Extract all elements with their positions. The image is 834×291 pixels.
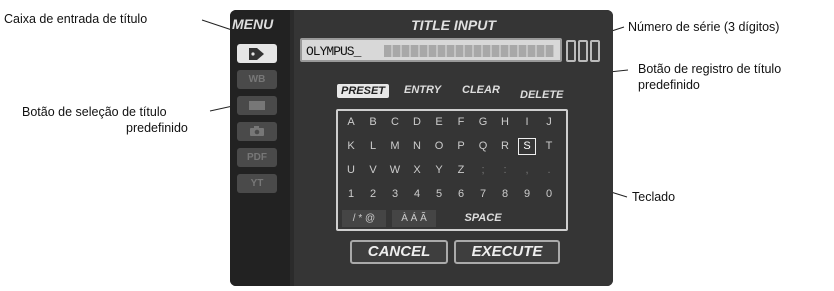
key[interactable]: 8 (496, 186, 514, 203)
key[interactable]: : (496, 162, 514, 179)
key[interactable]: 4 (408, 186, 426, 203)
callout-title-box: Caixa de entrada de título (4, 12, 148, 26)
key[interactable]: ; (474, 162, 492, 179)
key[interactable]: O (430, 138, 448, 155)
key[interactable]: Z (452, 162, 470, 179)
sidebar-item-tools[interactable]: YT (237, 174, 277, 193)
key[interactable]: 5 (430, 186, 448, 203)
tools-icon: YT (250, 178, 264, 189)
camera-icon (250, 126, 264, 136)
key[interactable]: D (408, 114, 426, 131)
key[interactable]: 6 (452, 186, 470, 203)
key[interactable]: I (518, 114, 536, 131)
key[interactable]: Y (430, 162, 448, 179)
delete-button[interactable]: DELETE (520, 89, 563, 101)
wb-icon: WB (248, 74, 266, 85)
key[interactable]: Q (474, 138, 492, 155)
key[interactable]: , (518, 162, 536, 179)
key[interactable]: K (342, 138, 360, 155)
folder-icon (249, 101, 265, 110)
key[interactable]: 9 (518, 186, 536, 203)
preset-button[interactable]: PRESET (337, 84, 390, 98)
key[interactable]: L (364, 138, 382, 155)
sidebar-item-title[interactable] (237, 44, 277, 63)
entry-button[interactable]: ENTRY (404, 84, 441, 96)
callout-preset-register-line2: predefinido (638, 78, 700, 92)
execute-button[interactable]: EXECUTE (454, 240, 560, 264)
title-input-panel: TITLE INPUT OLYMPUS_ PRESET ENTRY CLEAR … (294, 10, 613, 286)
key[interactable]: X (408, 162, 426, 179)
key[interactable]: 2 (364, 186, 382, 203)
serial-digit-2 (578, 40, 588, 62)
key-selected[interactable]: S (518, 138, 536, 155)
key[interactable]: H (496, 114, 514, 131)
key[interactable]: 7 (474, 186, 492, 203)
space-key[interactable]: SPACE (448, 210, 518, 227)
key[interactable]: A (342, 114, 360, 131)
key[interactable]: C (386, 114, 404, 131)
keyboard: A B C D E F G H I J K L M N O P Q R S T … (336, 109, 568, 231)
clear-button[interactable]: CLEAR (462, 84, 500, 96)
sidebar-item-pdf[interactable]: PDF (237, 148, 277, 167)
serial-digit-3 (590, 40, 600, 62)
device-screen: MENU WB PDF YT TITLE INPUT OLYMPUS_ PRES… (230, 10, 613, 286)
cancel-button[interactable]: CANCEL (350, 240, 448, 264)
sidebar-item-folder[interactable] (237, 96, 277, 115)
key[interactable]: E (430, 114, 448, 131)
key[interactable]: N (408, 138, 426, 155)
key[interactable]: B (364, 114, 382, 131)
pdf-icon: PDF (247, 152, 267, 163)
sidebar-item-camera[interactable] (237, 122, 277, 141)
title-input-value: OLYMPUS_ (306, 44, 361, 59)
key[interactable]: W (386, 162, 404, 179)
callout-serial: Número de série (3 dígitos) (628, 20, 780, 34)
title-input-empty-slots (384, 45, 554, 57)
serial-digit-1 (566, 40, 576, 62)
callout-preset-select-line2: predefinido (126, 121, 188, 135)
key[interactable]: P (452, 138, 470, 155)
symbols-key[interactable]: / * @ (342, 210, 386, 227)
callout-preset-register-line1: Botão de registro de título (638, 62, 782, 76)
key[interactable]: 3 (386, 186, 404, 203)
menu-label: MENU (232, 16, 274, 32)
title-input-box[interactable]: OLYMPUS_ (300, 38, 562, 62)
callout-keyboard: Teclado (632, 190, 676, 204)
key[interactable]: 1 (342, 186, 360, 203)
key[interactable]: V (364, 162, 382, 179)
key[interactable]: T (540, 138, 558, 155)
key[interactable]: . (540, 162, 558, 179)
accents-key[interactable]: À Á Ã (392, 210, 436, 227)
key[interactable]: R (496, 138, 514, 155)
key[interactable]: G (474, 114, 492, 131)
callout-preset-select-line1: Botão de seleção de título (22, 105, 167, 119)
panel-title: TITLE INPUT (411, 17, 496, 33)
sidebar-item-wb[interactable]: WB (237, 70, 277, 89)
key[interactable]: J (540, 114, 558, 131)
key[interactable]: F (452, 114, 470, 131)
key[interactable]: M (386, 138, 404, 155)
key[interactable]: 0 (540, 186, 558, 203)
tag-icon (249, 48, 264, 60)
sidebar: MENU WB PDF YT (230, 10, 290, 286)
key[interactable]: U (342, 162, 360, 179)
